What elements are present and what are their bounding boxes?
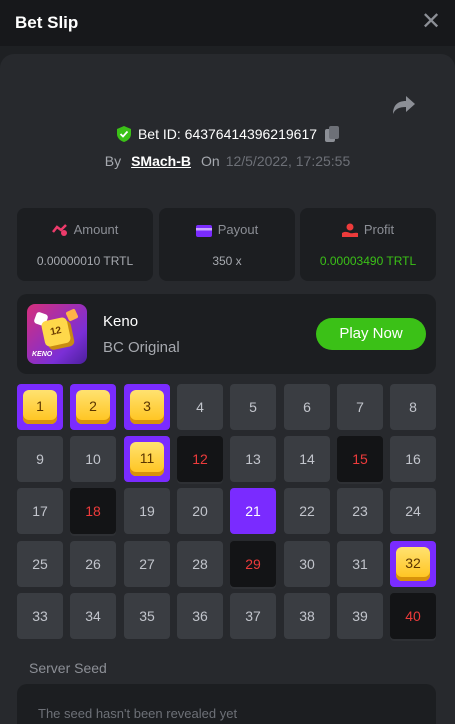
keno-cell: 35 [124,593,170,639]
copy-icon[interactable] [325,126,340,142]
keno-cell: 28 [177,541,223,587]
amount-icon [51,224,67,236]
keno-cell: 11 [124,436,170,482]
keno-cell: 1 [17,384,63,430]
payout-value: 350 x [212,254,242,268]
close-icon[interactable]: ✕ [419,10,443,34]
keno-cell: 13 [230,436,276,482]
server-seed-box: The seed hasn't been revealed yet [17,684,436,724]
keno-cell: 34 [70,593,116,639]
payout-card: Payout 350 x [159,208,295,281]
keno-cell: 36 [177,593,223,639]
gem-icon: 32 [396,547,430,581]
payout-label: Payout [217,222,259,237]
keno-cell: 5 [230,384,276,430]
amount-card: Amount 0.00000010 TRTL [17,208,153,281]
keno-cell: 40 [390,593,436,639]
keno-cell: 33 [17,593,63,639]
keno-cell: 20 [177,488,223,534]
profit-value: 0.00003490 TRTL [319,254,417,268]
on-label: On [201,153,220,169]
keno-cell: 12 [177,436,223,482]
keno-cell: 38 [284,593,330,639]
keno-cell: 30 [284,541,330,587]
thumb-number: 12 [49,324,63,339]
bet-id-row: Bet ID: 64376414396219617 [0,126,455,146]
keno-cell: 39 [337,593,383,639]
keno-cell: 10 [70,436,116,482]
keno-cell: 21 [230,488,276,534]
keno-cell: 18 [70,488,116,534]
keno-cell: 26 [70,541,116,587]
keno-cell: 24 [390,488,436,534]
gem-icon: 1 [23,390,57,424]
profit-icon [341,223,358,237]
game-subtitle: BC Original [103,339,180,356]
keno-cell: 29 [230,541,276,587]
keno-cell: 2 [70,384,116,430]
server-seed-label: Server Seed [29,660,107,676]
thumb-cube: 12 [40,316,72,348]
bet-meta-row: By SMach-B On 12/5/2022, 17:25:55 [0,153,455,173]
keno-cell: 4 [177,384,223,430]
game-name: Keno [103,313,139,330]
keno-cell: 15 [337,436,383,482]
keno-cell: 16 [390,436,436,482]
amount-value: 0.00000010 TRTL [36,254,134,268]
payout-icon [195,225,212,237]
game-card: 12 KENO Keno BC Original Play Now [17,294,436,374]
profit-card: Profit 0.00003490 TRTL [300,208,436,281]
keno-cell: 31 [337,541,383,587]
keno-cell: 32 [390,541,436,587]
keno-cell: 14 [284,436,330,482]
keno-cell: 17 [17,488,63,534]
keno-cell: 27 [124,541,170,587]
keno-cell: 7 [337,384,383,430]
keno-cell: 23 [337,488,383,534]
keno-cell: 37 [230,593,276,639]
keno-cell: 8 [390,384,436,430]
keno-cell: 6 [284,384,330,430]
header: Bet Slip ✕ [0,0,455,46]
user-link[interactable]: SMach-B [131,153,191,169]
server-seed-value: The seed hasn't been revealed yet [38,706,238,721]
thumb-tile [65,308,79,322]
amount-label: Amount [73,222,119,237]
payout-label-row: Payout [159,222,295,237]
keno-cell: 3 [124,384,170,430]
keno-thumbnail[interactable]: 12 KENO [27,304,87,364]
bet-id: Bet ID: 64376414396219617 [137,126,318,142]
thumb-logo: KENO [32,351,53,358]
gem-icon: 2 [76,390,110,424]
amount-label-row: Amount [17,222,153,237]
profit-label: Profit [363,222,395,237]
shield-check-icon [116,126,131,142]
gem-icon: 3 [130,390,164,424]
play-now-button[interactable]: Play Now [316,318,426,350]
keno-cell: 25 [17,541,63,587]
keno-cell: 19 [124,488,170,534]
share-icon[interactable] [392,94,416,116]
keno-cell: 22 [284,488,330,534]
page-title: Bet Slip [15,13,79,32]
gem-icon: 11 [130,442,164,476]
keno-cell: 9 [17,436,63,482]
profit-label-row: Profit [300,222,436,237]
by-label: By [104,153,122,169]
bet-date: 12/5/2022, 17:25:55 [225,153,351,169]
keno-grid: 1 2 3 4 5 6 7 8 9 10 11 12 13 14 15 16 17 18 19 20 21 22 23 24 2… [17,384,437,644]
